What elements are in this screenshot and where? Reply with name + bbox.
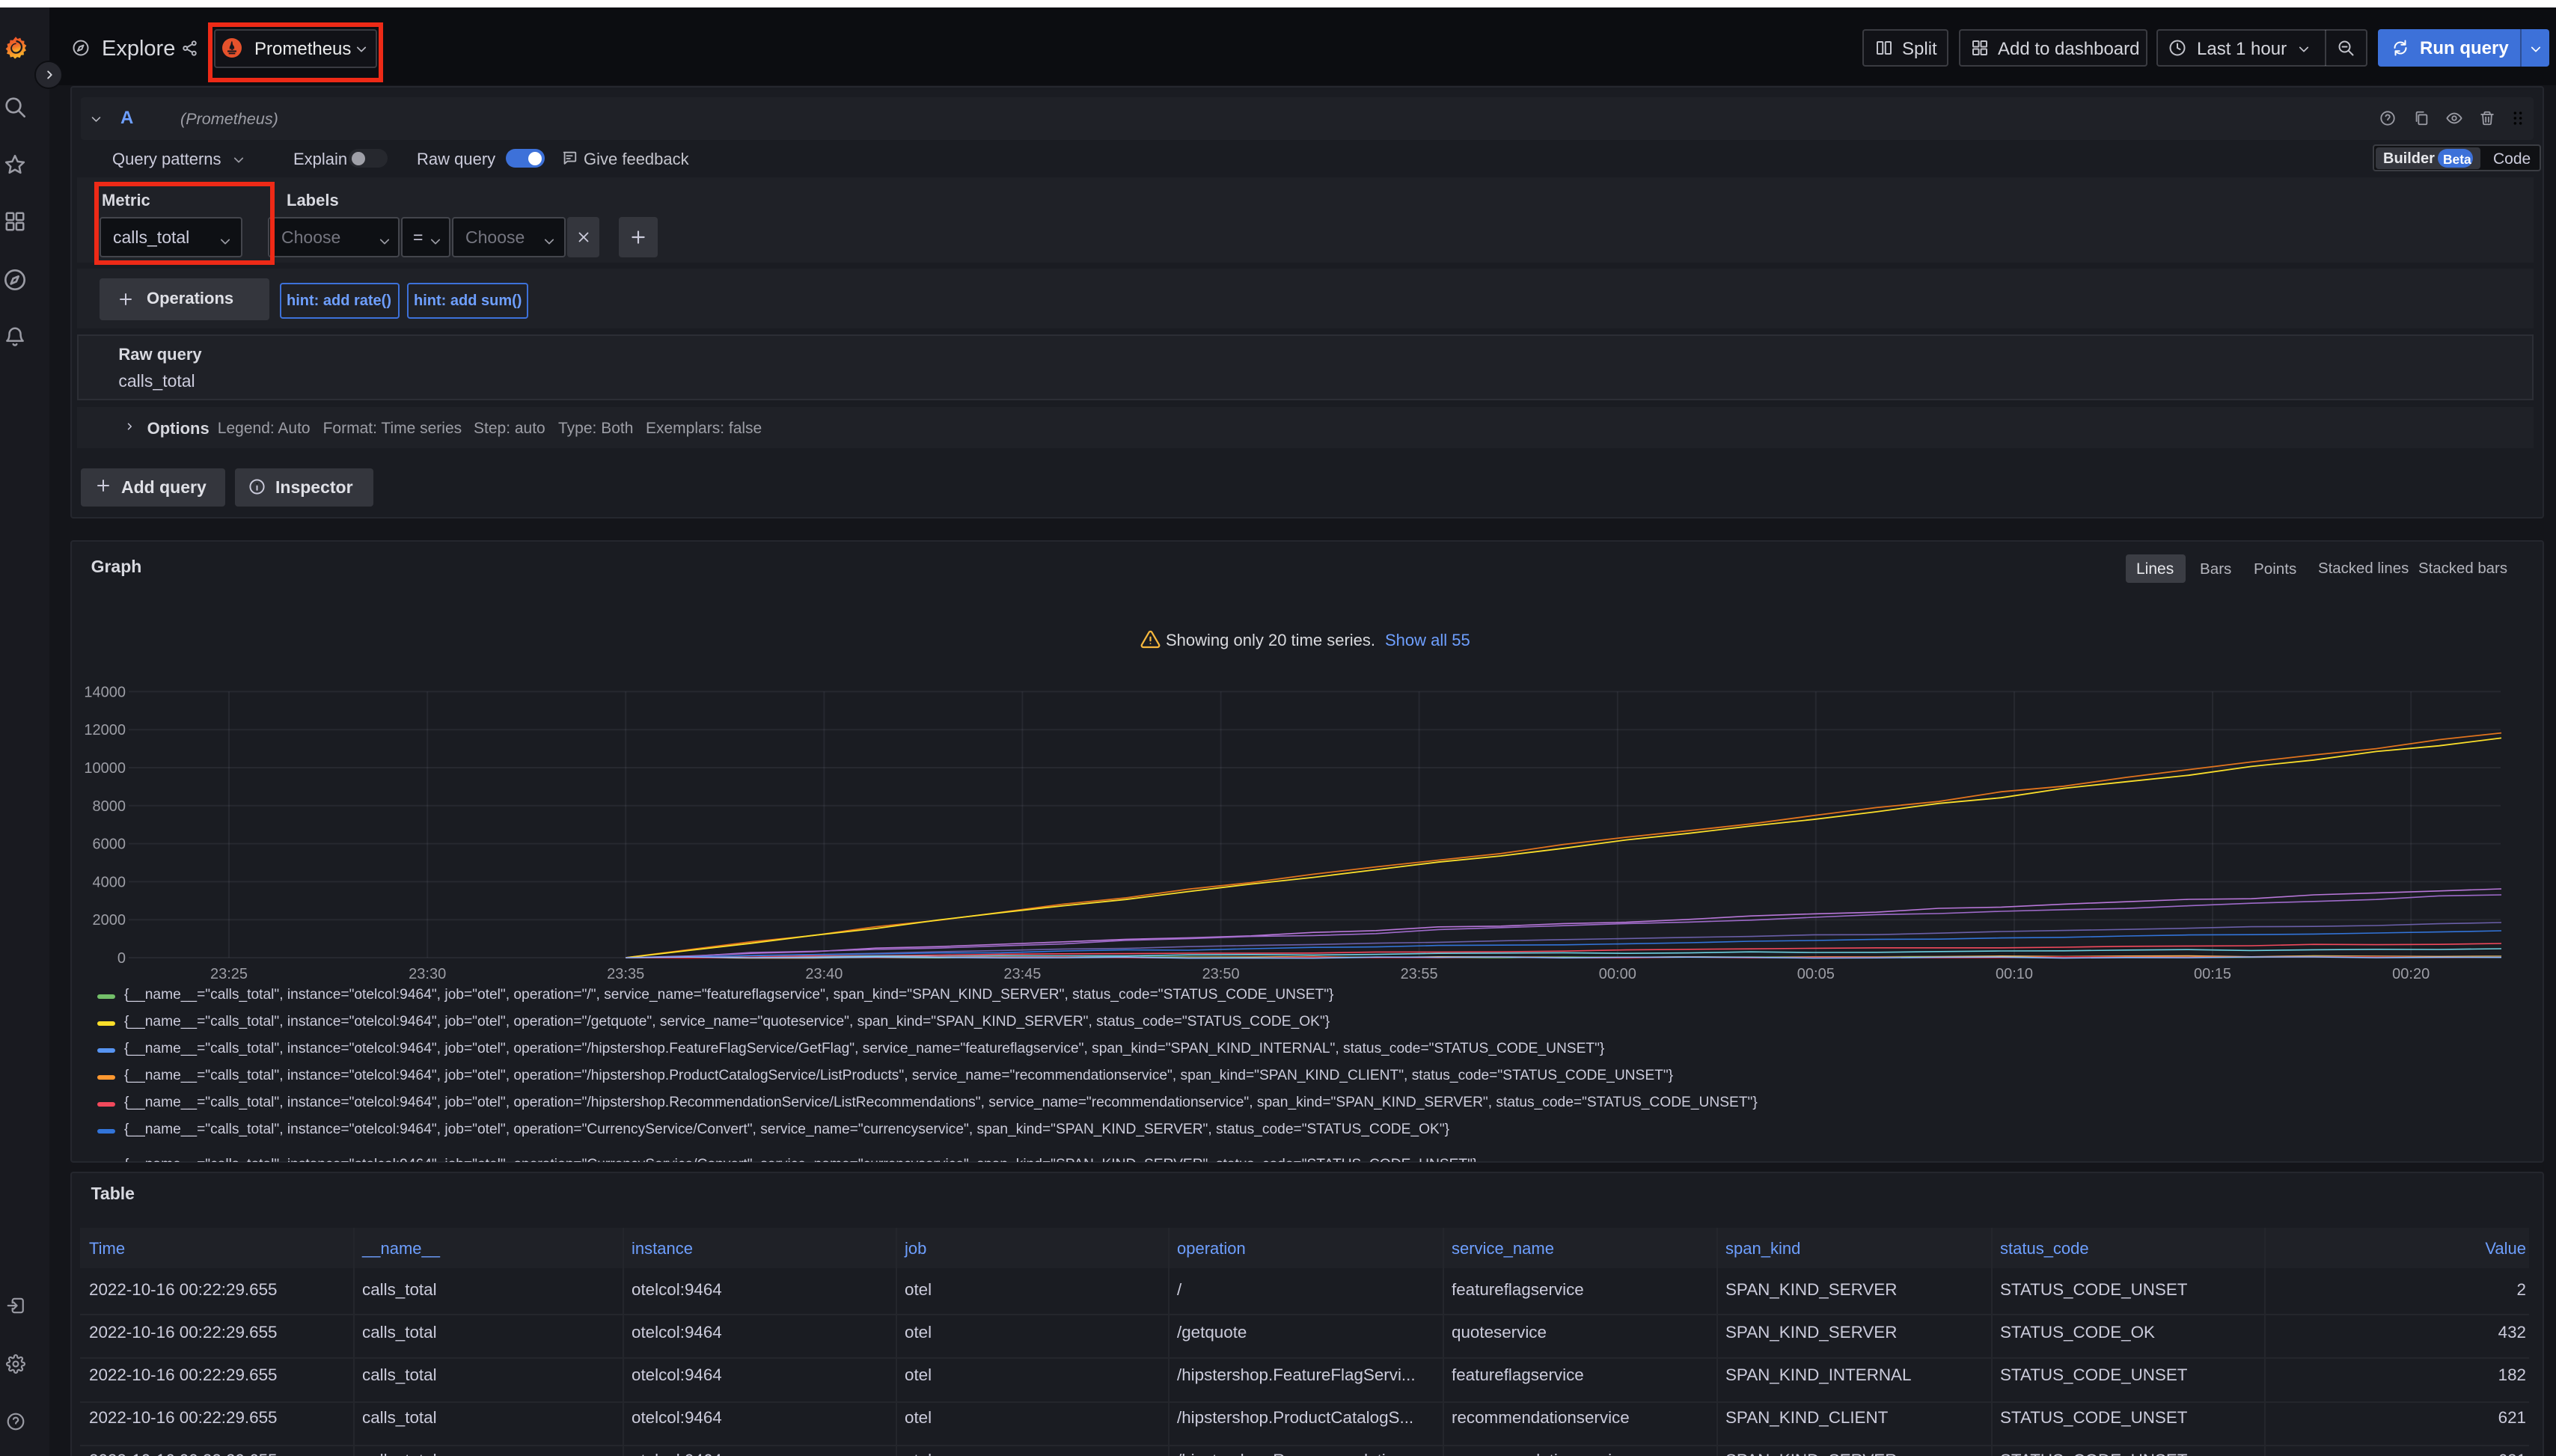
svg-text:14000: 14000 bbox=[84, 684, 126, 700]
svg-text:0: 0 bbox=[117, 950, 126, 967]
svg-text:2000: 2000 bbox=[93, 912, 126, 929]
svg-text:8000: 8000 bbox=[93, 798, 126, 815]
svg-text:4000: 4000 bbox=[93, 874, 126, 890]
svg-text:10000: 10000 bbox=[84, 760, 126, 777]
svg-text:12000: 12000 bbox=[84, 722, 126, 738]
svg-text:6000: 6000 bbox=[93, 836, 126, 853]
